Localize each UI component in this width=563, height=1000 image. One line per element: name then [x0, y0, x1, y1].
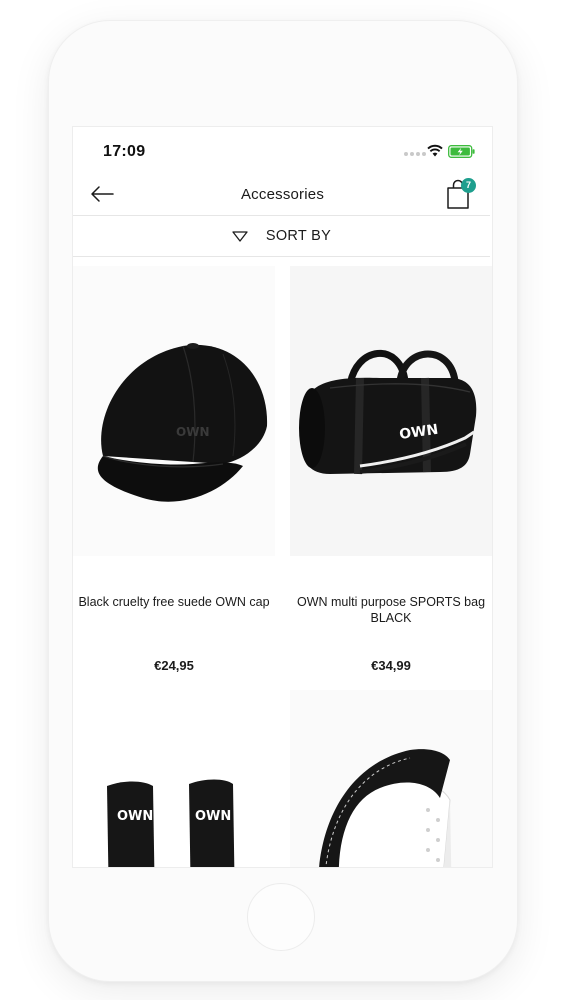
product-price: €34,99	[371, 658, 411, 673]
product-image-black-sports-bag[interactable]: OWN	[290, 266, 492, 556]
product-price: €24,95	[154, 658, 194, 673]
product-image-black-knee-sleeves[interactable]: OWN OWN	[73, 690, 275, 867]
cart-button[interactable]: 7	[445, 177, 479, 211]
app-screen: 17:09 Accessories 7 SORT BY OWN Black cr…	[72, 126, 493, 868]
wifi-icon	[427, 144, 443, 157]
product-image-black-lifting-belt[interactable]	[290, 690, 492, 867]
product-card[interactable]	[290, 690, 492, 867]
product-name[interactable]: Black cruelty free suede OWN cap	[73, 594, 275, 610]
sleeve-logo-text: OWN	[117, 809, 153, 824]
status-bar: 17:09	[73, 127, 492, 177]
device-mockup: 17:09 Accessories 7 SORT BY OWN Black cr…	[0, 0, 563, 1000]
navigation-bar: Accessories 7	[73, 177, 492, 215]
triangle-down-icon	[232, 230, 248, 242]
sleeve-logo-text: OWN	[195, 809, 231, 824]
sort-by-button[interactable]: SORT BY	[73, 215, 490, 257]
product-card[interactable]: OWN Black cruelty free suede OWN cap €24…	[73, 266, 275, 673]
page-title: Accessories	[240, 186, 325, 203]
status-time: 17:09	[103, 143, 146, 160]
home-button[interactable]	[247, 883, 315, 951]
cellular-signal-icon	[404, 152, 426, 156]
battery-charging-icon	[448, 145, 475, 158]
cart-count-badge: 7	[461, 178, 476, 193]
product-name[interactable]: OWN multi purpose SPORTS bag BLACK	[290, 594, 492, 626]
sort-by-label: SORT BY	[265, 228, 332, 244]
cap-logo-text: OWN	[176, 425, 209, 439]
product-card[interactable]: OWN OWN	[73, 690, 275, 867]
product-card[interactable]: OWN OWN multi purpose SPORTS bag BLACK €…	[290, 266, 492, 673]
product-image-black-cap[interactable]: OWN	[73, 266, 275, 556]
